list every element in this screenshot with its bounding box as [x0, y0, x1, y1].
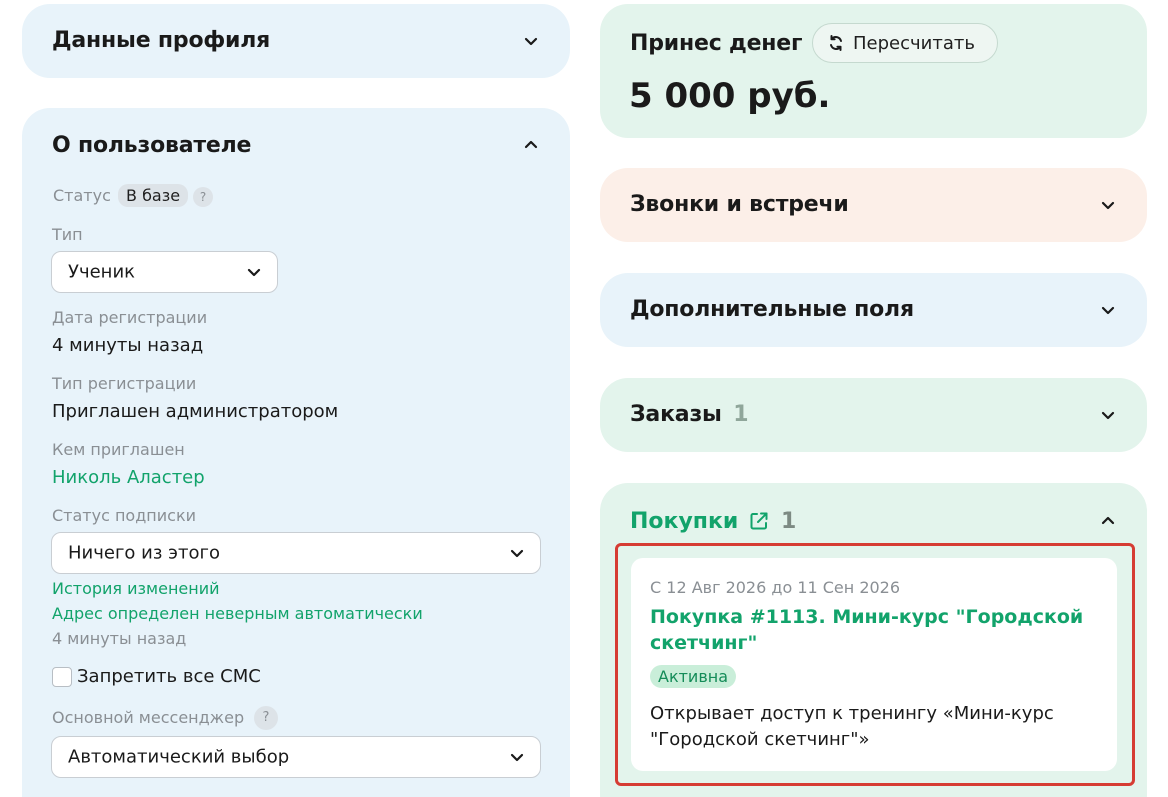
chevron-down-icon[interactable]	[522, 32, 540, 50]
orders-card[interactable]: Заказы 1	[600, 378, 1147, 452]
recalculate-label: Пересчитать	[853, 32, 975, 54]
orders-title-text: Заказы	[630, 402, 722, 427]
sms-checkbox[interactable]	[52, 667, 72, 687]
recalculate-button[interactable]: Пересчитать	[812, 23, 998, 63]
status-badge: В базе	[118, 184, 189, 207]
messenger-label: Основной мессенджер	[52, 708, 245, 727]
calls-title: Звонки и встречи	[630, 192, 849, 217]
reg-type-value: Приглашен администратором	[52, 401, 339, 422]
purchases-count: 1	[781, 509, 797, 534]
type-select[interactable]: Ученик	[51, 251, 278, 293]
chevron-down-icon[interactable]	[1099, 406, 1117, 424]
subscription-label: Статус подписки	[52, 506, 196, 525]
help-icon[interactable]: ?	[254, 706, 278, 730]
chevron-down-icon[interactable]	[1099, 301, 1117, 319]
sms-checkbox-label[interactable]: Запретить все СМС	[77, 666, 261, 687]
orders-count: 1	[733, 402, 749, 427]
money-card: Принес денег Пересчитать 5 000 руб.	[600, 4, 1147, 138]
purchases-title[interactable]: Покупки	[630, 509, 738, 534]
history-link[interactable]: История изменений	[52, 579, 220, 598]
reg-date-label: Дата регистрации	[52, 308, 208, 327]
about-user-card: О пользователе Статус В базе ? Тип Учени…	[22, 108, 570, 797]
chevron-down-icon	[245, 263, 263, 281]
profile-data-card[interactable]: Данные профиля	[22, 4, 570, 78]
profile-data-title: Данные профиля	[52, 28, 271, 53]
reg-type-label: Тип регистрации	[52, 374, 197, 393]
external-link-icon[interactable]	[748, 510, 770, 532]
calls-card[interactable]: Звонки и встречи	[600, 168, 1147, 242]
extra-fields-title: Дополнительные поля	[630, 297, 914, 322]
purchase-highlight-outline	[615, 543, 1135, 786]
status-label: Статус	[53, 186, 111, 205]
type-select-value: Ученик	[68, 261, 136, 283]
orders-title: Заказы 1	[630, 402, 749, 427]
chevron-down-icon	[508, 748, 526, 766]
refresh-icon	[830, 35, 842, 51]
money-title: Принес денег	[630, 31, 803, 56]
help-icon[interactable]: ?	[193, 187, 213, 207]
chevron-up-icon[interactable]	[522, 136, 540, 154]
type-label: Тип	[52, 225, 83, 244]
messenger-select-value: Автоматический выбор	[68, 746, 290, 768]
invited-by-label: Кем приглашен	[52, 440, 185, 459]
messenger-select[interactable]: Автоматический выбор	[51, 736, 541, 778]
address-time: 4 минуты назад	[52, 629, 187, 648]
chevron-down-icon[interactable]	[1099, 196, 1117, 214]
reg-date-value: 4 минуты назад	[52, 335, 204, 356]
subscription-select-value: Ничего из этого	[68, 542, 220, 564]
address-link[interactable]: Адрес определен неверным автоматически	[52, 604, 423, 623]
about-user-title: О пользователе	[52, 133, 252, 158]
chevron-down-icon	[508, 544, 526, 562]
subscription-select[interactable]: Ничего из этого	[51, 532, 541, 574]
chevron-up-icon[interactable]	[1099, 512, 1117, 530]
invited-by-link[interactable]: Николь Аластер	[52, 467, 205, 488]
extra-fields-card[interactable]: Дополнительные поля	[600, 273, 1147, 347]
money-amount: 5 000 руб.	[629, 76, 831, 116]
